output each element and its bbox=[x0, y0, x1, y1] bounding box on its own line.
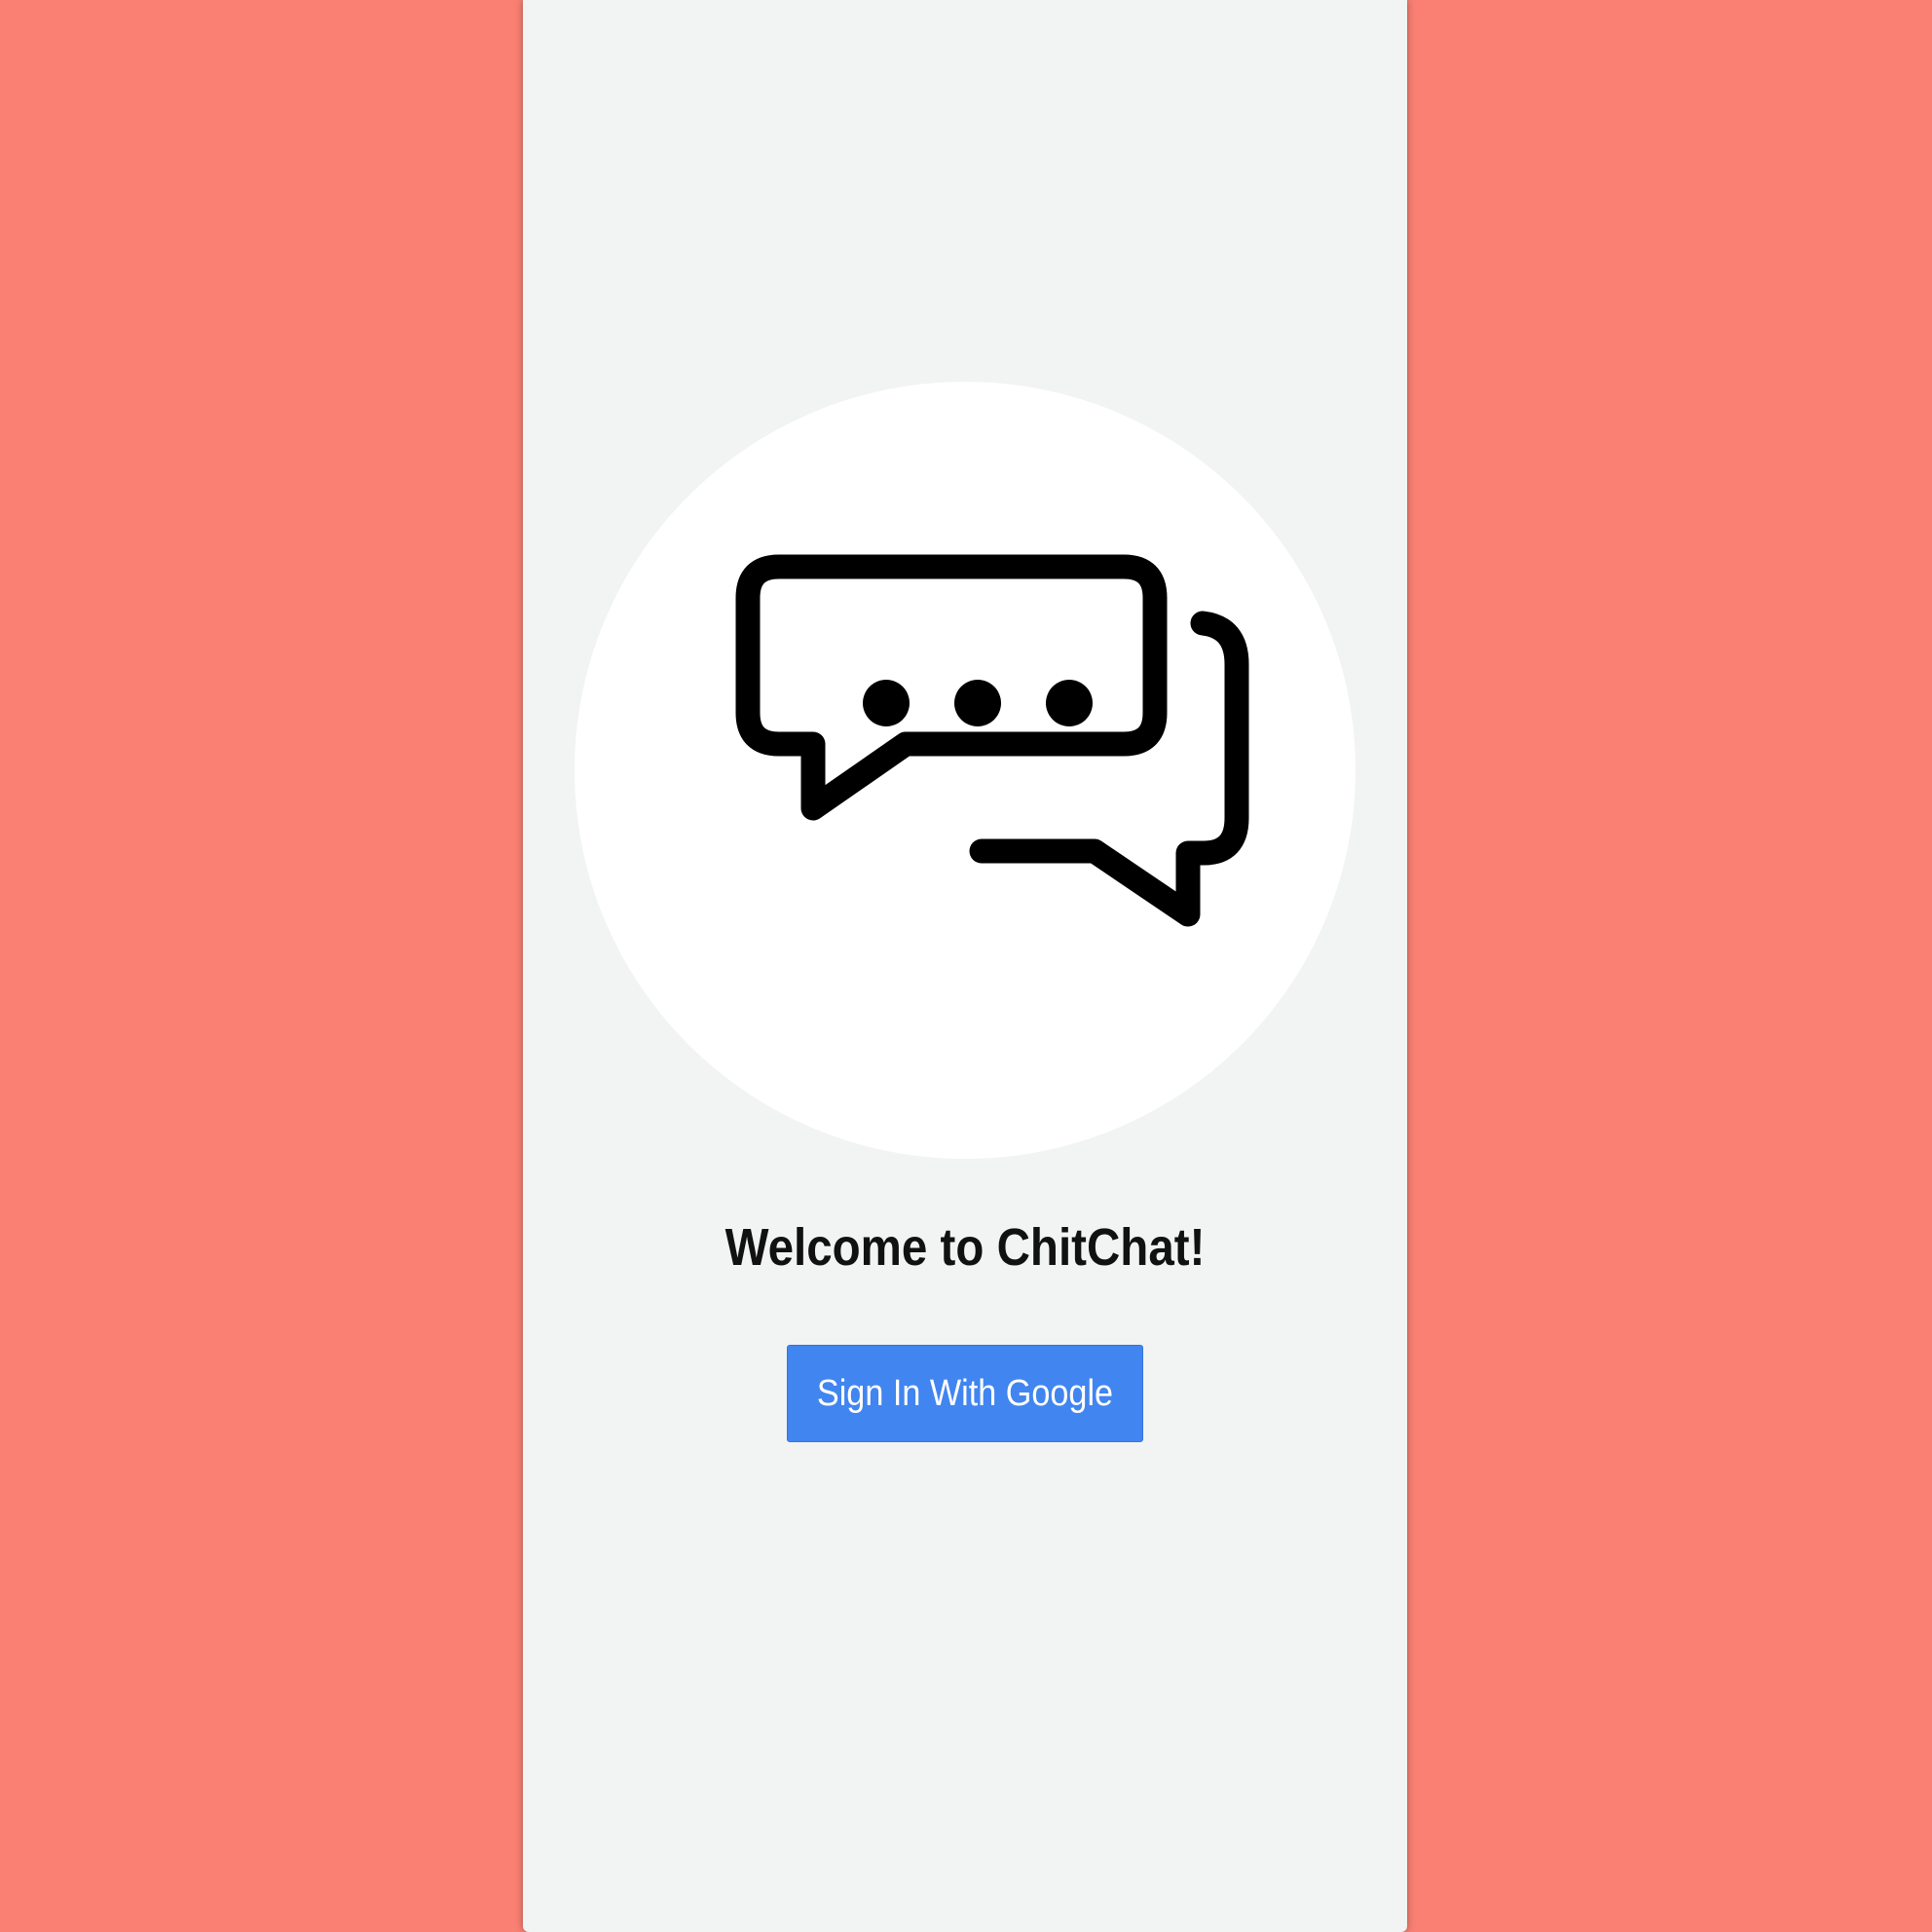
welcome-title: Welcome to ChitChat! bbox=[724, 1218, 1206, 1277]
logo bbox=[575, 382, 1356, 1159]
dot-left bbox=[863, 680, 910, 726]
dot-right bbox=[1046, 680, 1093, 726]
sign-in-google-label: Sign In With Google bbox=[816, 1372, 1114, 1414]
dot-middle bbox=[954, 680, 1001, 726]
chat-bubbles-icon bbox=[735, 554, 1249, 927]
sign-in-google-button[interactable]: Sign In With Google bbox=[787, 1345, 1143, 1442]
login-panel: Welcome to ChitChat! Sign In With Google bbox=[523, 0, 1407, 1932]
